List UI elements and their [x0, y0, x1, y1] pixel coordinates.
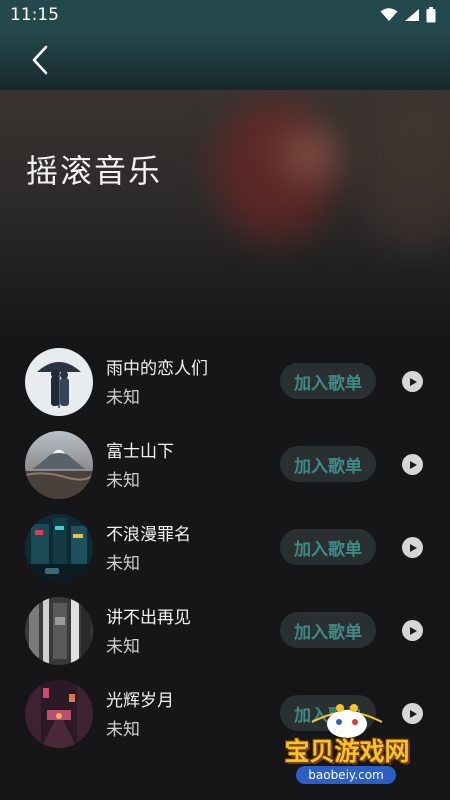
song-row[interactable]: 讲不出再见 未知 加入歌单 [0, 589, 450, 672]
add-to-playlist-button[interactable]: 加入歌单 [280, 612, 376, 648]
song-title: 雨中的恋人们 [106, 359, 208, 379]
banner-background-light [280, 130, 340, 180]
battery-icon [426, 7, 436, 23]
status-time: 11:15 [10, 5, 59, 25]
song-row[interactable]: 富士山下 未知 加入歌单 [0, 423, 450, 506]
watermark-url: baobeiy.com [296, 766, 396, 784]
app-bar [0, 30, 450, 90]
watermark-text: 宝贝游戏网 [284, 737, 410, 766]
add-to-playlist-button[interactable]: 加入歌单 [280, 529, 376, 565]
status-bar: 11:15 [0, 0, 450, 30]
song-artist: 未知 [106, 554, 140, 574]
category-banner: 摇滚音乐 [0, 90, 450, 340]
play-icon [409, 460, 417, 469]
wifi-icon [380, 8, 398, 21]
song-cover [25, 348, 93, 416]
play-button[interactable] [402, 371, 423, 392]
play-icon [409, 626, 417, 635]
play-button[interactable] [402, 620, 423, 641]
status-icons [380, 7, 436, 23]
add-to-playlist-button[interactable]: 加入歌单 [280, 363, 376, 399]
song-artist: 未知 [106, 388, 140, 408]
song-cover [25, 597, 93, 665]
song-title: 不浪漫罪名 [106, 525, 191, 545]
song-list: 雨中的恋人们 未知 加入歌单 富士山下 未知 加入歌单 不浪漫罪名 未知 加入歌… [0, 340, 450, 755]
song-title: 光辉岁月 [106, 691, 174, 711]
signal-icon [405, 9, 419, 21]
watermark: 宝贝游戏网 baobeiy.com [272, 700, 422, 796]
page-title: 摇滚音乐 [26, 152, 163, 190]
play-icon [409, 543, 417, 552]
play-button[interactable] [402, 537, 423, 558]
back-button[interactable] [22, 42, 58, 78]
song-title: 富士山下 [106, 442, 174, 462]
song-row[interactable]: 雨中的恋人们 未知 加入歌单 [0, 340, 450, 423]
song-cover [25, 431, 93, 499]
song-artist: 未知 [106, 471, 140, 491]
play-button[interactable] [402, 454, 423, 475]
back-arrow-icon [32, 45, 48, 75]
song-artist: 未知 [106, 637, 140, 657]
song-cover [25, 680, 93, 748]
song-artist: 未知 [106, 720, 140, 740]
play-icon [409, 377, 417, 386]
add-to-playlist-button[interactable]: 加入歌单 [280, 446, 376, 482]
song-row[interactable]: 不浪漫罪名 未知 加入歌单 [0, 506, 450, 589]
song-title: 讲不出再见 [106, 608, 191, 628]
banner-background-shadow [360, 90, 450, 250]
song-cover [25, 514, 93, 582]
